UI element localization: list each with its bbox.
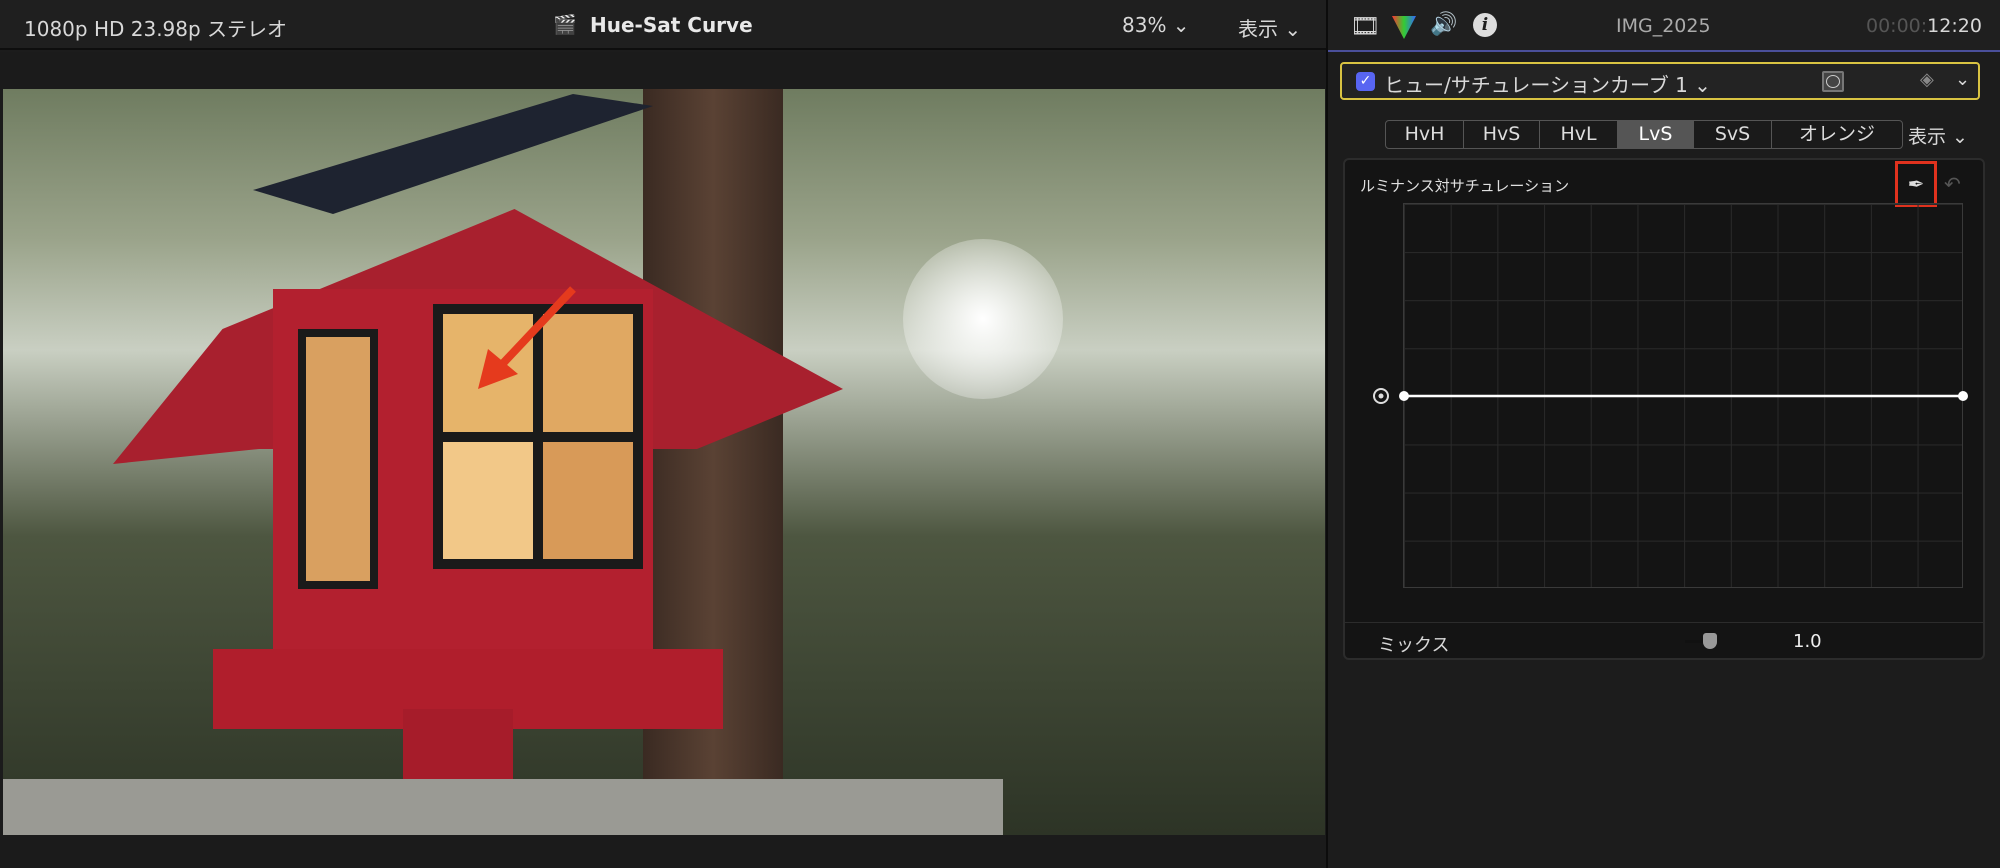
tab-hvh[interactable]: HvH (1386, 121, 1464, 148)
effect-name[interactable]: ヒュー/サチュレーションカーブ 1 ⌄ (1384, 69, 1711, 98)
inspector-header: 🎞 🔊 i IMG_2025 00:00:12:20 (1328, 0, 2000, 52)
info-inspector-icon[interactable]: i (1473, 13, 1497, 37)
tab-orange[interactable]: オレンジ (1772, 121, 1902, 148)
eyedropper-button[interactable]: ✒ (1895, 161, 1937, 207)
divider (1345, 622, 1983, 623)
tab-svs[interactable]: SvS (1694, 121, 1772, 148)
mix-label: ミックス (1378, 635, 1450, 656)
view-menu[interactable]: 表示 ⌄ (1908, 122, 1968, 149)
video-frame (3, 89, 1325, 835)
curve-tabs: HvH HvS HvL LvS SvS オレンジ (1385, 120, 1903, 149)
timecode: 00:00:12:20 (1866, 15, 1982, 37)
eyedropper-icon: ✒ (1907, 172, 1925, 196)
zoom-menu[interactable]: 83% ⌄ (1122, 13, 1190, 37)
curve-point-end (1958, 391, 1968, 401)
color-inspector-icon[interactable] (1390, 14, 1418, 40)
mix-value[interactable]: 1.0 (1793, 631, 1822, 652)
tab-hvs[interactable]: HvS (1464, 121, 1540, 148)
saturation-curve[interactable] (1370, 380, 1974, 412)
audio-inspector-icon[interactable]: 🔊 (1430, 12, 1457, 37)
project-title: Hue-Sat Curve (590, 13, 753, 37)
tab-hvl[interactable]: HvL (1540, 121, 1618, 148)
mix-slider-track[interactable] (1685, 640, 1705, 643)
clip-name: IMG_2025 (1616, 15, 1711, 37)
format-info: 1080p HD 23.98p ステレオ (24, 17, 288, 41)
effect-enable-checkbox[interactable]: ✓ (1356, 72, 1375, 91)
reset-icon[interactable]: ↶ (1944, 172, 1961, 196)
effect-header[interactable]: ✓ ヒュー/サチュレーションカーブ 1 ⌄ ◈ ⌄ (1340, 62, 1980, 100)
clapper-icon: 🎬 (553, 14, 577, 36)
keyframe-icon[interactable]: ◈ (1920, 69, 1934, 90)
mix-slider-handle[interactable] (1703, 633, 1717, 649)
mask-icon[interactable] (1822, 71, 1844, 92)
curve-point-start (1399, 391, 1409, 401)
viewer-toolbar: 1080p HD 23.98p ステレオ 🎬 Hue-Sat Curve 83%… (0, 0, 1326, 50)
video-inspector-icon[interactable]: 🎞 (1350, 12, 1380, 40)
divider (1326, 0, 1328, 868)
arrow-annotation-icon (478, 286, 576, 389)
tab-lvs[interactable]: LvS (1618, 121, 1694, 148)
chevron-down-icon[interactable]: ⌄ (1955, 69, 1970, 90)
graph-title: ルミナンス対サチュレーション (1360, 177, 1570, 195)
view-menu[interactable]: 表示 ⌄ (1238, 13, 1301, 42)
